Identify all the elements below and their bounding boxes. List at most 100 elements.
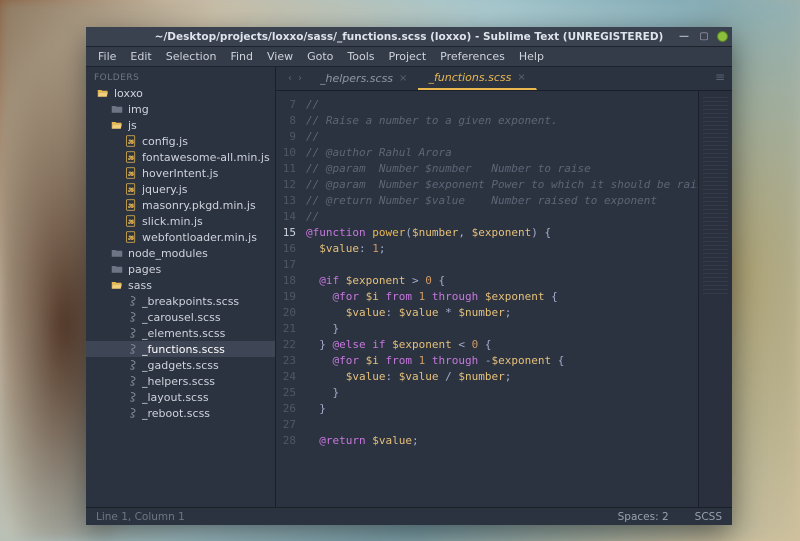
tree-item-label: loxxo	[114, 87, 143, 100]
scss-file-icon	[124, 326, 138, 340]
status-language[interactable]: SCSS	[695, 511, 722, 523]
window-controls: — ▢	[677, 27, 728, 46]
tab-close-icon[interactable]: ×	[399, 73, 407, 84]
scss-file-icon	[124, 342, 138, 356]
tab--helpers-scss[interactable]: _helpers.scss ×	[310, 66, 418, 90]
file--gadgets-scss[interactable]: _gadgets.scss	[86, 357, 275, 373]
statusbar: Line 1, Column 1 Spaces: 2 SCSS	[86, 507, 732, 525]
editor-pane: ‹ › _helpers.scss × _functions.scss × ≡ 7 8…	[276, 67, 732, 507]
tree-item-label: _reboot.scss	[142, 407, 210, 420]
menu-selection[interactable]: Selection	[160, 48, 223, 65]
menu-preferences[interactable]: Preferences	[434, 48, 511, 65]
scss-file-icon	[124, 294, 138, 308]
tree-item-label: fontawesome-all.min.js	[142, 151, 270, 164]
file-masonry-pkgd-min-js[interactable]: JSmasonry.pkgd.min.js	[86, 197, 275, 213]
svg-text:JS: JS	[128, 203, 134, 209]
folder-pages[interactable]: pages	[86, 261, 275, 277]
folder-img[interactable]: img	[86, 101, 275, 117]
code-text[interactable]: // // Raise a number to a given exponent…	[302, 91, 698, 507]
folder-js[interactable]: js	[86, 117, 275, 133]
folder-loxxo[interactable]: loxxo	[86, 85, 275, 101]
scss-file-icon	[124, 390, 138, 404]
file-hoverintent-js[interactable]: JS hoverIntent.js	[86, 165, 275, 181]
window-title: ~/Desktop/projects/loxxo/sass/_functions…	[155, 31, 664, 43]
status-indent[interactable]: Spaces: 2	[618, 511, 669, 523]
menu-file[interactable]: File	[92, 48, 122, 65]
svg-text:JS: JS	[128, 139, 134, 145]
file-fontawesome-all-min-js[interactable]: JS fontawesome-all.min.js	[86, 149, 275, 165]
minimap[interactable]	[698, 91, 732, 507]
file-webfontloader-min-js[interactable]: JS webfontloader.min.js	[86, 229, 275, 245]
tree-item-label: _breakpoints.scss	[142, 295, 239, 308]
file--elements-scss[interactable]: _elements.scss	[86, 325, 275, 341]
scss-file-icon	[124, 406, 138, 420]
file--layout-scss[interactable]: _layout.scss	[86, 389, 275, 405]
tree-item-label: _carousel.scss	[142, 311, 221, 324]
tab-label: _functions.scss	[428, 71, 511, 84]
tab-close-icon[interactable]: ×	[517, 72, 525, 83]
tab--functions-scss[interactable]: _functions.scss ×	[418, 66, 536, 90]
js-file-icon: JS	[124, 166, 138, 180]
svg-text:JS: JS	[128, 187, 134, 193]
tab-overflow-icon[interactable]: ≡	[715, 70, 726, 84]
close-button[interactable]	[717, 31, 728, 42]
tree-item-label: pages	[128, 263, 161, 276]
sidebar-header: FOLDERS	[86, 69, 275, 85]
js-file-icon: JS	[124, 134, 138, 148]
folder-sass[interactable]: sass	[86, 277, 275, 293]
folder-icon	[110, 102, 124, 116]
file--functions-scss[interactable]: _functions.scss	[86, 341, 275, 357]
app-window: ~/Desktop/projects/loxxo/sass/_functions…	[86, 27, 732, 525]
menu-find[interactable]: Find	[224, 48, 259, 65]
menu-project[interactable]: Project	[383, 48, 433, 65]
folder-icon	[110, 246, 124, 260]
menu-tools[interactable]: Tools	[341, 48, 380, 65]
tree-item-label: sass	[128, 279, 152, 292]
status-cursor[interactable]: Line 1, Column 1	[96, 511, 185, 523]
line-gutter: 7 8 9 10 11 12 13 14 15 16 17 18 19 20 2…	[276, 91, 302, 507]
file--carousel-scss[interactable]: _carousel.scss	[86, 309, 275, 325]
tree-item-label: js	[128, 119, 137, 132]
menu-view[interactable]: View	[261, 48, 299, 65]
file-config-js[interactable]: JSconfig.js	[86, 133, 275, 149]
scss-file-icon	[124, 374, 138, 388]
tree-item-label: _functions.scss	[142, 343, 225, 356]
tree-item-label: hoverIntent.js	[142, 167, 218, 180]
tree-item-label: img	[128, 103, 149, 116]
titlebar[interactable]: ~/Desktop/projects/loxxo/sass/_functions…	[86, 27, 732, 47]
tab-label: _helpers.scss	[320, 72, 393, 85]
tab-history-nav: ‹ ›	[280, 73, 310, 90]
folder-icon	[110, 118, 124, 132]
svg-text:JS: JS	[128, 235, 134, 241]
file-tree: loxxoimgjsJSconfig.jsJSfontawesome-all.m…	[86, 85, 275, 507]
js-file-icon: JS	[124, 182, 138, 196]
maximize-button[interactable]: ▢	[697, 30, 711, 44]
code-area[interactable]: 7 8 9 10 11 12 13 14 15 16 17 18 19 20 2…	[276, 91, 698, 507]
file-slick-min-js[interactable]: JSslick.min.js	[86, 213, 275, 229]
tabs: _helpers.scss × _functions.scss ×	[310, 66, 537, 90]
tabbar: ‹ › _helpers.scss × _functions.scss × ≡	[276, 67, 732, 91]
tree-item-label: _layout.scss	[142, 391, 209, 404]
menu-edit[interactable]: Edit	[124, 48, 157, 65]
menu-help[interactable]: Help	[513, 48, 550, 65]
js-file-icon: JS	[124, 150, 138, 164]
nav-back-icon[interactable]: ‹	[288, 73, 292, 84]
tree-item-label: _gadgets.scss	[142, 359, 219, 372]
menu-goto[interactable]: Goto	[301, 48, 339, 65]
file--breakpoints-scss[interactable]: _breakpoints.scss	[86, 293, 275, 309]
svg-text:JS: JS	[128, 171, 134, 177]
js-file-icon: JS	[124, 214, 138, 228]
svg-text:JS: JS	[128, 155, 134, 161]
folder-icon	[110, 278, 124, 292]
tree-item-label: webfontloader.min.js	[142, 231, 257, 244]
folder-node-modules[interactable]: node_modules	[86, 245, 275, 261]
tree-item-label: jquery.js	[142, 183, 188, 196]
folder-icon	[96, 86, 110, 100]
tree-item-label: _helpers.scss	[142, 375, 215, 388]
file--reboot-scss[interactable]: _reboot.scss	[86, 405, 275, 421]
tree-item-label: node_modules	[128, 247, 208, 260]
minimize-button[interactable]: —	[677, 30, 691, 44]
file-jquery-js[interactable]: JS jquery.js	[86, 181, 275, 197]
nav-forward-icon[interactable]: ›	[298, 73, 302, 84]
file--helpers-scss[interactable]: _helpers.scss	[86, 373, 275, 389]
